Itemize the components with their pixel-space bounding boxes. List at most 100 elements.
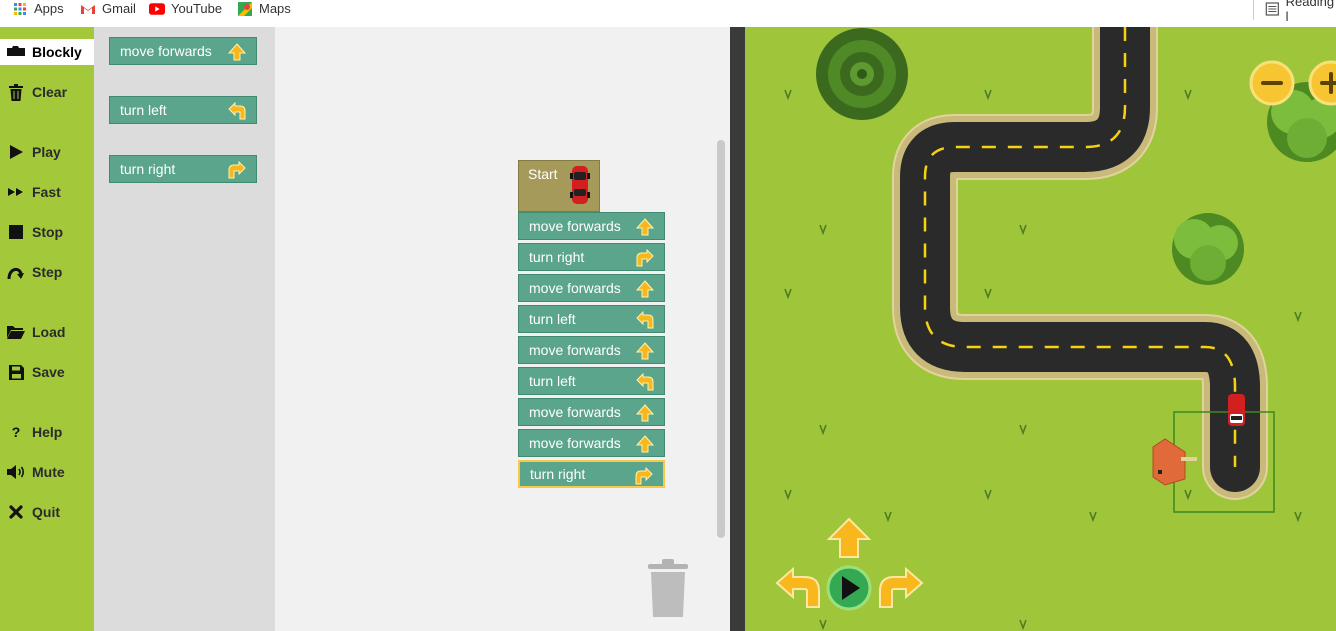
toolbox-block-turn-right[interactable]: turn right — [109, 155, 257, 183]
block-label: turn left — [529, 311, 576, 327]
sidebar-item-label: Clear — [32, 84, 68, 100]
toolbox-block-turn-left[interactable]: turn left — [109, 96, 257, 124]
sidebar-item-mute[interactable]: Mute — [0, 459, 94, 485]
car-on-map-icon — [1228, 394, 1245, 426]
block-label: turn right — [120, 161, 176, 177]
program-block-7[interactable]: move forwards — [518, 398, 665, 426]
sidebar-item-label: Play — [32, 144, 61, 160]
turn-right-button[interactable] — [878, 567, 924, 609]
block-label: turn left — [529, 373, 576, 389]
program-block-2[interactable]: turn right — [518, 243, 665, 271]
program-block-6[interactable]: turn left — [518, 367, 665, 395]
block-label: move forwards — [529, 218, 621, 234]
turn-left-icon — [636, 373, 654, 391]
sidebar-item-clear[interactable]: Clear — [0, 79, 94, 105]
workspace-scrollbar[interactable] — [717, 140, 725, 538]
arrow-up-icon — [636, 435, 654, 453]
arrow-up-icon — [636, 342, 654, 360]
arrow-up-icon — [636, 218, 654, 236]
arrow-up-icon — [636, 404, 654, 422]
block-label: move forwards — [529, 435, 621, 451]
sidebar-item-label: Stop — [32, 224, 64, 240]
sidebar-item-label: Help — [32, 424, 63, 440]
speaker-icon — [0, 464, 32, 480]
maps-icon — [238, 1, 252, 16]
toolbox-flyout: move forwards turn left turn right — [94, 27, 275, 631]
bookmark-gmail[interactable]: Gmail — [80, 0, 136, 17]
block-label: move forwards — [120, 43, 212, 59]
sidebar-item-label: Blockly — [32, 44, 82, 60]
start-block[interactable]: Start — [518, 160, 600, 212]
go-button[interactable] — [826, 565, 872, 611]
arrow-up-icon — [228, 43, 246, 61]
blockly-workspace[interactable]: Start move forwards turn right move forw… — [275, 27, 730, 631]
apps-grid-icon — [14, 2, 26, 15]
turn-right-icon — [228, 161, 246, 179]
bookmark-label: Apps — [34, 1, 64, 16]
toolbox-block-move-forwards[interactable]: move forwards — [109, 37, 257, 65]
step-icon — [0, 264, 32, 280]
zoom-out-button[interactable] — [1249, 60, 1295, 106]
program-block-8[interactable]: move forwards — [518, 429, 665, 457]
bookmark-label: Maps — [259, 1, 291, 16]
trash-can-icon[interactable] — [645, 559, 691, 619]
close-icon — [0, 505, 32, 519]
block-label: turn left — [120, 102, 167, 118]
tree-icon — [816, 28, 908, 120]
block-label: turn right — [530, 466, 586, 482]
youtube-icon — [149, 2, 165, 15]
program-block-5[interactable]: move forwards — [518, 336, 665, 364]
sidebar: Blockly Clear Play Fast Stop Step Load S… — [0, 27, 94, 631]
sidebar-item-load[interactable]: Load — [0, 319, 94, 345]
block-label: move forwards — [529, 342, 621, 358]
bookmarks-bar: Apps Gmail YouTube Maps Reading l — [0, 0, 1336, 28]
gmail-icon — [81, 4, 95, 14]
sidebar-item-step[interactable]: Step — [0, 259, 94, 285]
reading-list-label: Reading l — [1285, 0, 1335, 24]
play-icon — [0, 144, 32, 160]
program-block-1[interactable]: move forwards — [518, 212, 665, 240]
sidebar-item-label: Step — [32, 264, 63, 280]
bush-icon — [1172, 213, 1244, 285]
arrow-up-icon — [636, 280, 654, 298]
turn-left-icon — [636, 311, 654, 329]
save-icon — [0, 364, 32, 380]
block-label: move forwards — [529, 280, 621, 296]
panel-divider[interactable] — [730, 27, 745, 631]
sidebar-item-play[interactable]: Play — [0, 139, 94, 165]
program-block-9-selected[interactable]: turn right — [518, 460, 665, 488]
zoom-in-button[interactable] — [1308, 60, 1336, 106]
program-block-4[interactable]: turn left — [518, 305, 665, 333]
reading-list-button[interactable]: Reading l — [1265, 0, 1336, 24]
sidebar-item-save[interactable]: Save — [0, 359, 94, 385]
sidebar-item-label: Quit — [32, 504, 60, 520]
car-icon — [570, 166, 590, 204]
block-label: move forwards — [529, 404, 621, 420]
sidebar-item-quit[interactable]: Quit — [0, 499, 94, 525]
sidebar-item-stop[interactable]: Stop — [0, 219, 94, 245]
bookmark-maps[interactable]: Maps — [237, 0, 291, 17]
move-forward-button[interactable] — [827, 517, 871, 559]
folder-icon — [0, 325, 32, 339]
turn-right-icon — [635, 467, 653, 485]
program-block-3[interactable]: move forwards — [518, 274, 665, 302]
stop-icon — [0, 225, 32, 239]
sidebar-item-label: Load — [32, 324, 66, 340]
blockly-icon — [0, 46, 32, 58]
bookmarks-divider — [1253, 0, 1254, 20]
block-label: turn right — [529, 249, 585, 265]
bookmark-label: YouTube — [171, 1, 223, 16]
house-icon — [1152, 438, 1197, 486]
bookmark-youtube[interactable]: YouTube — [149, 0, 222, 17]
turn-left-button[interactable] — [775, 567, 821, 609]
sidebar-item-label: Save — [32, 364, 65, 380]
bookmark-apps[interactable]: Apps — [12, 0, 64, 17]
sidebar-item-help[interactable]: ? Help — [0, 419, 94, 445]
bookmark-label: Gmail — [102, 1, 136, 16]
sidebar-item-blockly[interactable]: Blockly — [0, 39, 94, 65]
sidebar-item-label: Fast — [32, 184, 61, 200]
game-map — [745, 27, 1336, 631]
sidebar-item-fast[interactable]: Fast — [0, 179, 94, 205]
reading-list-icon — [1265, 1, 1279, 16]
help-icon: ? — [11, 424, 21, 440]
